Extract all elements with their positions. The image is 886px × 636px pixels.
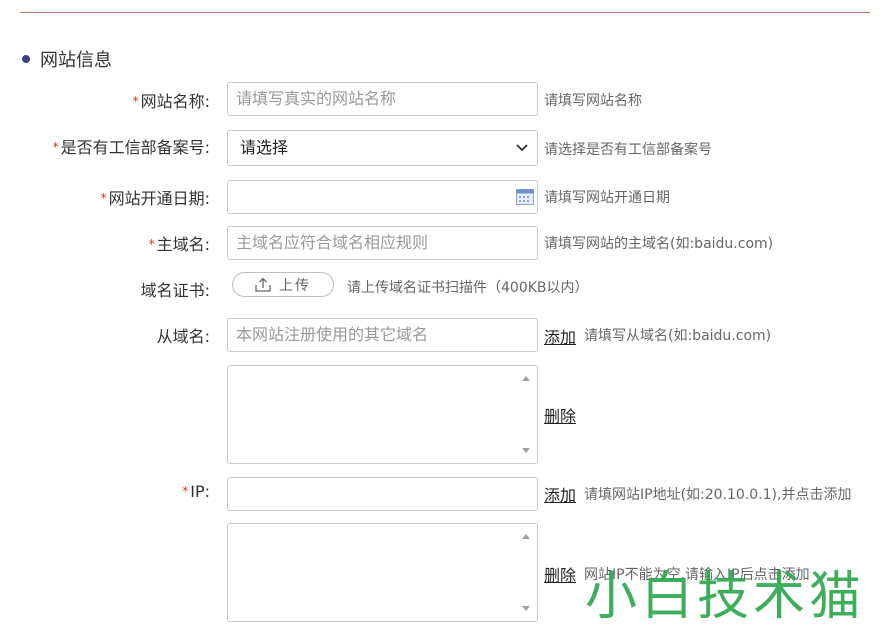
main-domain-input[interactable]: 主域名应符合域名相应规则 — [227, 226, 538, 260]
upload-icon — [255, 277, 271, 292]
scroll-down-icon[interactable] — [521, 605, 531, 613]
required-icon: * — [182, 484, 189, 498]
miit-record-select[interactable]: 请选择 — [227, 130, 538, 166]
miit-record-hint: 请选择是否有工信部备案号 — [544, 142, 712, 158]
ip-label: * IP: — [182, 482, 210, 501]
site-name-label: * 网站名称: — [132, 92, 210, 111]
open-date-hint: 请填写网站开通日期 — [544, 190, 670, 206]
site-name-hint: 请填写网站名称 — [544, 93, 642, 109]
sub-domain-add-link[interactable]: 添加 — [544, 324, 576, 348]
sub-domain-hint: 请填写从域名(如:baidu.com) — [584, 328, 772, 344]
ip-input[interactable] — [227, 477, 538, 511]
sub-domain-label: 从域名: — [156, 327, 210, 346]
ip-delete-link[interactable]: 删除 — [544, 562, 576, 586]
open-date-label: * 网站开通日期: — [100, 189, 210, 208]
site-name-input[interactable]: 请填写真实的网站名称 — [227, 82, 538, 116]
section-header: 网站信息 — [22, 46, 112, 72]
domain-cert-label: 域名证书: — [140, 281, 210, 300]
scroll-up-icon[interactable] — [521, 374, 531, 382]
watermark: 小白技术猫 — [585, 567, 866, 627]
miit-record-label: * 是否有工信部备案号: — [52, 138, 210, 157]
scroll-up-icon[interactable] — [521, 532, 531, 540]
main-domain-hint: 请填写网站的主域名(如:baidu.com) — [544, 236, 774, 252]
main-domain-label: * 主域名: — [148, 235, 210, 254]
ip-list[interactable] — [227, 523, 538, 622]
required-icon: * — [100, 191, 107, 205]
required-icon: * — [132, 94, 139, 108]
bullet-icon — [22, 55, 30, 63]
ip-add-link[interactable]: 添加 — [544, 482, 576, 506]
top-divider — [20, 12, 870, 13]
sub-domain-input[interactable]: 本网站注册使用的其它域名 — [227, 318, 538, 352]
calendar-icon[interactable] — [516, 189, 534, 205]
sub-domain-delete-link[interactable]: 删除 — [544, 403, 576, 427]
required-icon: * — [52, 140, 59, 154]
sub-domain-list[interactable] — [227, 365, 538, 464]
scroll-down-icon[interactable] — [521, 447, 531, 455]
chevron-down-icon — [516, 144, 528, 152]
section-title: 网站信息 — [40, 50, 112, 71]
domain-cert-hint: 请上传域名证书扫描件（400KB以内） — [347, 280, 589, 296]
open-date-input[interactable] — [227, 180, 538, 214]
required-icon: * — [148, 237, 155, 251]
ip-hint: 请填网站IP地址(如:20.10.0.1),并点击添加 — [584, 487, 852, 503]
miit-record-selected: 请选择 — [240, 138, 289, 157]
upload-button-label: 上传 — [279, 277, 311, 294]
upload-button[interactable]: 上传 — [232, 272, 334, 297]
